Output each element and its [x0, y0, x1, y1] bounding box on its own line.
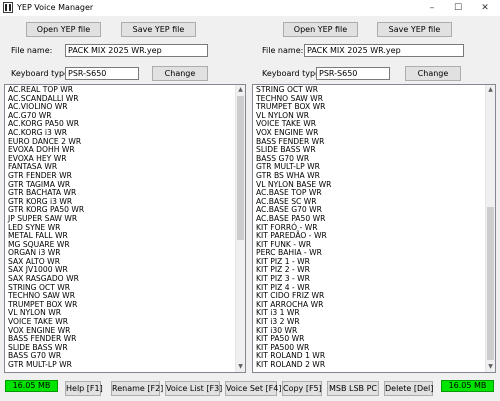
- right-keyboard-type-label: Keyboard type:: [262, 69, 323, 78]
- left-voice-items: AC.REAL TOP WR AC.SCANDALLI WR AC.VIOLINO …: [8, 85, 84, 370]
- close-button[interactable]: ✕: [472, 0, 498, 16]
- rename-button[interactable]: Rename [F2]: [111, 381, 163, 396]
- msb-lsb-pc-button[interactable]: MSB LSB PC: [327, 381, 379, 396]
- title-bar: YEP Voice Manager – ☐ ✕: [0, 0, 500, 16]
- left-change-button[interactable]: Change: [152, 66, 208, 81]
- delete-button[interactable]: Delete [Del]: [384, 381, 433, 396]
- right-voice-items: STRING OCT WR TECHNO SAW WR TRUMPET BOX WR…: [256, 85, 331, 370]
- scroll-down-arrow-icon[interactable]: ▼: [236, 362, 245, 372]
- copy-button[interactable]: Copy [F5]: [282, 381, 322, 396]
- right-voice-list[interactable]: STRING OCT WR TECHNO SAW WR TRUMPET BOX WR…: [252, 84, 496, 373]
- right-file-name-label: File name:: [262, 46, 304, 55]
- left-file-name-label: File name:: [11, 46, 53, 55]
- scroll-up-arrow-icon[interactable]: ▲: [486, 85, 495, 95]
- right-change-button[interactable]: Change: [405, 66, 461, 81]
- window-title: YEP Voice Manager: [17, 3, 94, 12]
- left-list-scrollbar[interactable]: ▲ ▼: [235, 85, 245, 372]
- left-file-name-field[interactable]: PACK MIX 2025 WR.yep: [65, 44, 208, 57]
- right-file-name-field[interactable]: PACK MIX 2025 WR.yep: [304, 44, 464, 57]
- right-list-scrollbar[interactable]: ▲ ▼: [485, 85, 495, 372]
- left-keyboard-type-label: Keyboard type:: [11, 69, 72, 78]
- scroll-down-arrow-icon[interactable]: ▼: [486, 362, 495, 372]
- maximize-button[interactable]: ☐: [445, 0, 471, 16]
- left-keyboard-type-field[interactable]: PSR-S650: [65, 67, 139, 80]
- right-save-yep-button[interactable]: Save YEP file: [377, 22, 452, 37]
- scroll-up-arrow-icon[interactable]: ▲: [236, 85, 245, 95]
- right-scroll-thumb[interactable]: [487, 207, 494, 360]
- left-open-yep-button[interactable]: Open YEP file: [26, 22, 101, 37]
- left-file-size-indicator: 16.05 MB: [5, 380, 58, 392]
- left-save-yep-button[interactable]: Save YEP file: [121, 22, 196, 37]
- right-keyboard-type-field[interactable]: PSR-S650: [316, 67, 390, 80]
- minimize-button[interactable]: –: [419, 0, 445, 16]
- right-file-size-indicator: 16.05 MB: [441, 380, 494, 392]
- voice-set-button[interactable]: Voice Set [F4]: [225, 381, 281, 396]
- help-button[interactable]: Help [F1]: [65, 381, 103, 396]
- app-icon: [3, 2, 13, 13]
- left-scroll-thumb[interactable]: [237, 96, 244, 240]
- right-open-yep-button[interactable]: Open YEP file: [283, 22, 358, 37]
- voice-list-item[interactable]: GTR MULT-LP WR: [8, 360, 84, 370]
- left-voice-list[interactable]: AC.REAL TOP WR AC.SCANDALLI WR AC.VIOLINO …: [4, 84, 246, 373]
- voice-list-button[interactable]: Voice List [F3]: [165, 381, 222, 396]
- voice-list-item[interactable]: KIT ROLAND 2 WR: [256, 360, 331, 370]
